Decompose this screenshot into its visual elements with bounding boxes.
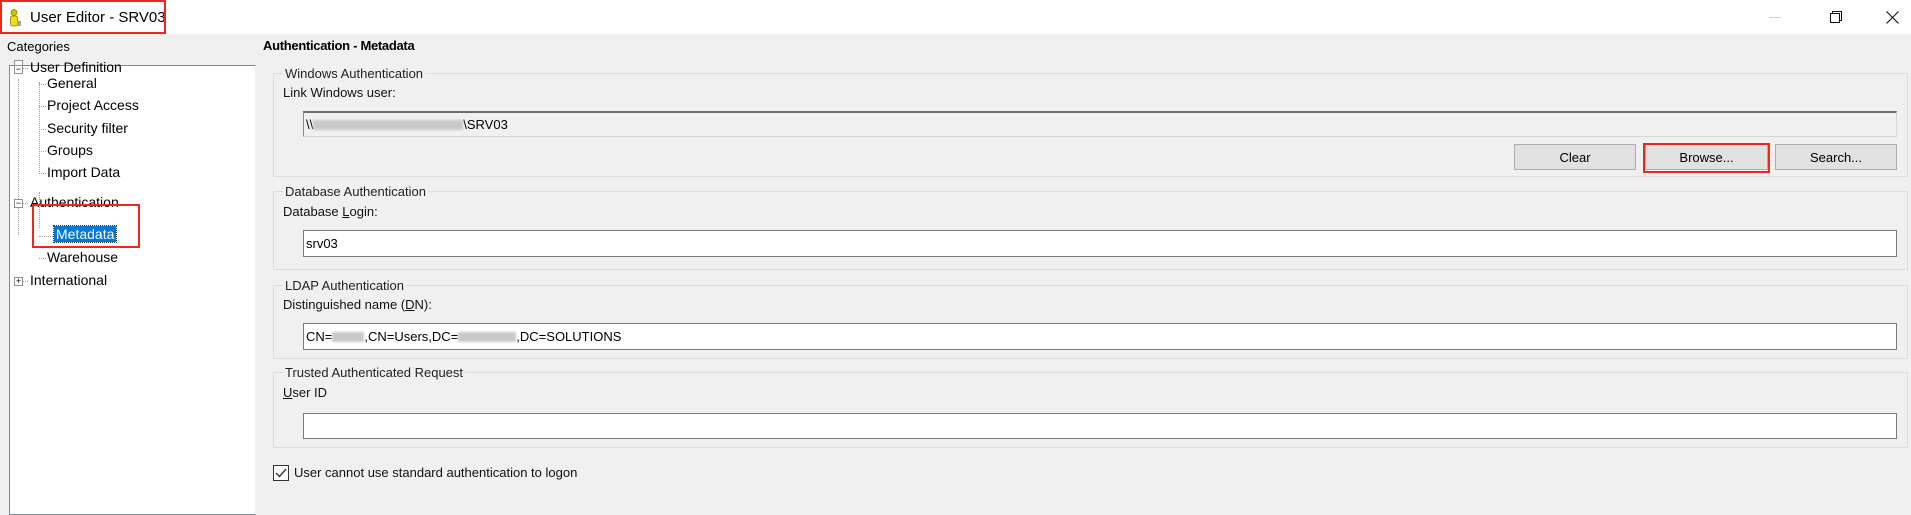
tree-line [39, 129, 46, 130]
tree-line [39, 82, 40, 172]
minimize-button[interactable] [1752, 0, 1798, 34]
restore-icon [1830, 11, 1842, 23]
database-login-label: Database Login: [283, 204, 378, 219]
title-bar: User Editor - SRV03 [0, 0, 1911, 34]
distinguished-name-field[interactable]: CN= ,CN=Users,DC= ,DC=SOLUTIONS [303, 323, 1897, 350]
distinguished-name-label: Distinguished name (DN): [283, 297, 432, 312]
search-button[interactable]: Search... [1775, 144, 1897, 170]
tree-line [23, 68, 28, 69]
close-icon [1885, 10, 1899, 24]
windows-user-prefix: \\ [306, 117, 314, 132]
tree-line [18, 79, 19, 235]
tree-item-project-access[interactable]: Project Access [47, 95, 139, 115]
tree-line [39, 151, 46, 152]
standard-auth-checkbox[interactable] [273, 465, 289, 481]
restore-button[interactable] [1813, 0, 1859, 34]
clear-button[interactable]: Clear [1514, 144, 1636, 170]
minimize-icon [1769, 16, 1781, 18]
tree-item-international[interactable]: International [30, 270, 107, 290]
minus-icon[interactable]: − [14, 199, 23, 208]
tree-item-general[interactable]: General [47, 73, 97, 93]
dn-part: CN= [306, 329, 333, 344]
redacted-text [332, 331, 365, 342]
checkmark-icon [275, 468, 287, 478]
tree-line [39, 258, 46, 259]
dn-part: ,CN=Users,DC= [364, 329, 459, 344]
tree-item-groups[interactable]: Groups [47, 140, 93, 160]
tree-item-import-data[interactable]: Import Data [47, 162, 120, 182]
authentication-highlight-box [32, 204, 140, 248]
standard-auth-label[interactable]: User cannot use standard authentication … [294, 465, 577, 480]
link-windows-user-field[interactable]: \\ \SRV03 [303, 111, 1897, 137]
tree-item-security-filter[interactable]: Security filter [47, 118, 128, 138]
tree-item-warehouse[interactable]: Warehouse [47, 247, 118, 267]
plus-icon[interactable]: + [14, 277, 23, 286]
database-auth-legend: Database Authentication [283, 184, 428, 199]
tree-line [23, 203, 28, 204]
category-tree[interactable]: − User Definition General Project Access… [9, 59, 256, 515]
redacted-text [313, 119, 464, 130]
page-title: Authentication - Metadata [263, 38, 415, 53]
user-id-label: User ID [283, 385, 328, 400]
close-button[interactable] [1869, 0, 1911, 34]
windows-auth-legend: Windows Authentication [283, 66, 426, 81]
categories-label: Categories [7, 39, 70, 54]
tree-line [23, 281, 28, 282]
link-windows-user-label: Link Windows user: [283, 85, 396, 100]
ldap-auth-legend: LDAP Authentication [283, 278, 407, 293]
windows-user-suffix: \SRV03 [463, 117, 508, 132]
browse-highlight-box [1643, 143, 1770, 173]
trusted-auth-legend: Trusted Authenticated Request [283, 365, 466, 380]
redacted-text [458, 331, 517, 342]
database-login-field[interactable]: srv03 [303, 230, 1897, 257]
tree-line [39, 106, 46, 107]
minus-icon[interactable]: − [14, 65, 23, 74]
dn-part: ,DC=SOLUTIONS [516, 329, 622, 344]
tree-line [39, 173, 46, 174]
user-id-field[interactable] [303, 413, 1897, 439]
tree-line [39, 84, 46, 85]
title-highlight-box [0, 0, 166, 34]
